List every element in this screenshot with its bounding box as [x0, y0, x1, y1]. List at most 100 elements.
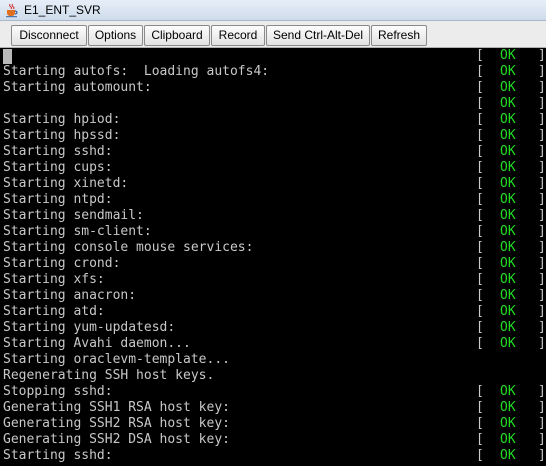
console-line: Starting hpiod: [OK]	[3, 112, 546, 128]
console-line: Stopping sshd: [OK]	[3, 384, 546, 400]
vnc-viewer-window: E1_ENT_SVR Disconnect Options Clipboard …	[0, 0, 546, 466]
status-indicator: [OK]	[476, 64, 546, 80]
status-indicator: [OK]	[476, 48, 546, 64]
console-line-text: Starting sshd:	[3, 448, 113, 463]
status-left-bracket: [	[476, 48, 484, 63]
status-right-bracket: ]	[538, 176, 546, 191]
options-button[interactable]: Options	[88, 25, 143, 46]
status-right-bracket: ]	[538, 384, 546, 399]
status-left-bracket: [	[476, 416, 484, 431]
status-left-bracket: [	[476, 448, 484, 463]
status-ok-label: OK	[500, 208, 516, 223]
status-indicator: [OK]	[476, 176, 546, 192]
console-line-text: Starting crond:	[3, 256, 121, 271]
console-line: Starting automount: [OK]	[3, 80, 546, 96]
status-left-bracket: [	[476, 224, 484, 239]
status-ok-label: OK	[500, 48, 516, 63]
status-left-bracket: [	[476, 256, 484, 271]
console-line-text: Stopping sshd:	[3, 384, 113, 399]
status-right-bracket: ]	[538, 320, 546, 335]
status-ok-label: OK	[500, 400, 516, 415]
status-indicator: [OK]	[476, 160, 546, 176]
status-right-bracket: ]	[538, 336, 546, 351]
status-ok-label: OK	[500, 288, 516, 303]
status-indicator: [OK]	[476, 320, 546, 336]
status-ok-label: OK	[500, 272, 516, 287]
console-line: Starting xfs: [OK]	[3, 272, 546, 288]
status-ok-label: OK	[500, 192, 516, 207]
status-left-bracket: [	[476, 208, 484, 223]
status-indicator: [ OK]	[476, 416, 546, 432]
disconnect-button[interactable]: Disconnect	[11, 25, 87, 46]
status-left-bracket: [	[476, 160, 484, 175]
status-left-bracket: [	[476, 192, 484, 207]
console-line-text: Starting anacron:	[3, 288, 137, 303]
record-button[interactable]: Record	[211, 25, 265, 46]
status-indicator: [OK]	[476, 304, 546, 320]
status-right-bracket: ]	[538, 272, 546, 287]
console-line-text: Starting sshd:	[3, 144, 113, 159]
console-line: Generating SSH1 RSA host key: [OK]	[3, 400, 546, 416]
status-ok-label: OK	[500, 176, 516, 191]
status-left-bracket: [	[476, 272, 484, 287]
console-line-text: Starting sendmail:	[3, 208, 144, 223]
status-indicator: [OK]	[476, 80, 546, 96]
console-line-text: Starting hpssd:	[3, 128, 121, 143]
status-indicator: [OK]	[476, 384, 546, 400]
console-line-text: Regenerating SSH host keys.	[3, 368, 215, 383]
status-indicator: [OK]	[476, 432, 546, 448]
clipboard-button[interactable]: Clipboard	[144, 25, 210, 46]
status-ok-label: OK	[500, 336, 516, 351]
status-left-bracket: [	[476, 432, 484, 447]
status-indicator: [OK]	[476, 400, 546, 416]
status-ok-label: OK	[500, 144, 516, 159]
java-coffee-cup-icon	[6, 3, 18, 18]
status-ok-label: OK	[500, 304, 516, 319]
window-title: E1_ENT_SVR	[24, 3, 101, 17]
status-ok-label: OK	[500, 256, 516, 271]
status-indicator: [ OK]	[476, 288, 546, 304]
console-line: Starting autofs: Loading autofs4: [OK]	[3, 64, 546, 80]
status-right-bracket: ]	[538, 288, 546, 303]
console-line: Regenerating SSH host keys.	[3, 368, 543, 384]
console-line-text: Starting cups:	[3, 160, 113, 175]
console-line: Starting Avahi daemon... [OK]	[3, 336, 546, 352]
status-ok-label: OK	[500, 96, 516, 111]
console-line-text: Starting autofs: Loading autofs4:	[3, 64, 270, 79]
status-left-bracket: [	[476, 112, 484, 127]
console-line: Starting console mouse services: [OK]	[3, 240, 546, 256]
console-line: [OK]	[3, 48, 546, 64]
console-line-text: Starting xinetd:	[3, 176, 129, 191]
status-left-bracket: [	[476, 240, 484, 255]
status-left-bracket: [	[476, 304, 484, 319]
console-line: Generating SSH2 RSA host key: [OK]	[3, 416, 546, 432]
send-ctrl-alt-del-button[interactable]: Send Ctrl-Alt-Del	[266, 25, 370, 46]
status-right-bracket: ]	[538, 96, 546, 111]
status-indicator: [OK]	[476, 256, 546, 272]
console-line: [OK]	[3, 96, 546, 112]
status-left-bracket: [	[476, 400, 484, 415]
status-left-bracket: [	[476, 288, 484, 303]
status-right-bracket: ]	[538, 144, 546, 159]
console-line-text: Starting yum-updatesd:	[3, 320, 176, 335]
refresh-button[interactable]: Refresh	[371, 25, 427, 46]
status-indicator: [OK]	[476, 240, 546, 256]
status-left-bracket: [	[476, 64, 484, 79]
status-right-bracket: ]	[538, 416, 546, 431]
console-line-text: Starting sm-client:	[3, 224, 152, 239]
status-right-bracket: ]	[538, 192, 546, 207]
status-indicator: [OK]	[476, 224, 546, 240]
title-bar[interactable]: E1_ENT_SVR	[0, 0, 546, 21]
console-line: Starting anacron: [ OK]	[3, 288, 546, 304]
console-line: Starting atd: [OK]	[3, 304, 546, 320]
status-indicator: [OK]	[476, 144, 546, 160]
status-right-bracket: ]	[538, 448, 546, 463]
console-line-text: Starting atd:	[3, 304, 105, 319]
status-ok-label: OK	[500, 416, 516, 431]
status-ok-label: OK	[500, 128, 516, 143]
status-left-bracket: [	[476, 320, 484, 335]
remote-console-screen[interactable]: [OK] Starting autofs: Loading autofs4: [OK…	[0, 48, 546, 466]
status-indicator: [ OK]	[476, 192, 546, 208]
status-left-bracket: [	[476, 80, 484, 95]
status-indicator: [OK]	[476, 208, 546, 224]
